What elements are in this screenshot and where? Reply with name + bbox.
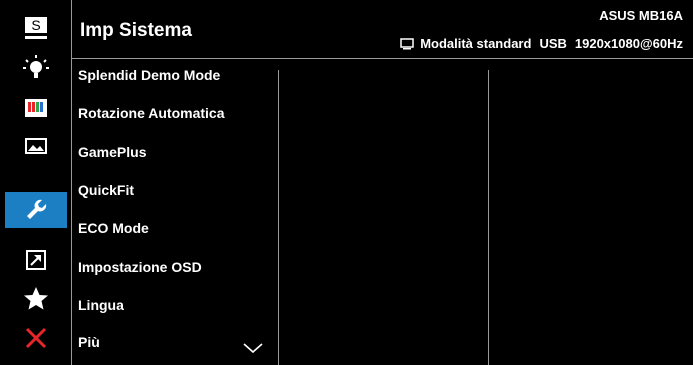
- menu-item-osd-settings[interactable]: Impostazione OSD: [78, 259, 202, 275]
- status-bar: Modalità standard USB 1920x1080@60Hz: [400, 36, 683, 51]
- menu-item-eco-mode[interactable]: ECO Mode: [78, 220, 149, 236]
- sidebar-item-shortcut[interactable]: [5, 242, 67, 278]
- sidebar-item-splendid[interactable]: S: [5, 10, 67, 46]
- bluelight-bulb-icon: [23, 55, 49, 78]
- sidebar-item-color[interactable]: [5, 90, 67, 126]
- close-x-icon: [25, 327, 47, 349]
- resolution-label: 1920x1080@60Hz: [574, 36, 683, 51]
- splendid-s-icon: S: [25, 17, 47, 39]
- sidebar-item-exit[interactable]: [5, 320, 67, 356]
- input-label: USB: [539, 36, 567, 51]
- menu-item-quickfit[interactable]: QuickFit: [78, 182, 134, 198]
- sidebar-item-system[interactable]: [5, 192, 67, 228]
- menu-item-language[interactable]: Lingua: [78, 297, 124, 313]
- column-divider: [488, 70, 489, 365]
- menu-item-more[interactable]: Più: [78, 334, 100, 350]
- svg-text:S: S: [31, 17, 40, 33]
- header: Imp Sistema ASUS MB16A Modalità standard…: [72, 0, 693, 59]
- sidebar: S: [0, 0, 72, 365]
- menu-item-gameplus[interactable]: GamePlus: [78, 144, 146, 160]
- mode-label: Modalità standard: [420, 36, 532, 51]
- chevron-down-icon[interactable]: [242, 342, 264, 354]
- column-divider: [278, 70, 279, 365]
- model-name: ASUS MB16A: [599, 8, 683, 23]
- wrench-icon: [27, 199, 47, 219]
- sidebar-item-image[interactable]: [5, 128, 67, 164]
- osd-window: S Imp Sistema ASUS MB16A Modalità standa…: [0, 0, 693, 365]
- star-icon: [24, 287, 48, 310]
- shortcut-arrow-icon: [26, 250, 46, 270]
- page-title: Imp Sistema: [80, 20, 192, 41]
- menu-item-auto-rotation[interactable]: Rotazione Automatica: [78, 105, 225, 121]
- image-icon: [25, 138, 47, 154]
- sidebar-item-bluelight[interactable]: [5, 50, 67, 86]
- menu-item-splendid-demo[interactable]: Splendid Demo Mode: [78, 67, 220, 83]
- monitor-icon: [400, 37, 414, 49]
- system-menu: Splendid Demo Mode Rotazione Automatica …: [72, 59, 278, 365]
- color-bars-icon: [25, 99, 47, 117]
- sidebar-item-favorite[interactable]: [5, 280, 67, 316]
